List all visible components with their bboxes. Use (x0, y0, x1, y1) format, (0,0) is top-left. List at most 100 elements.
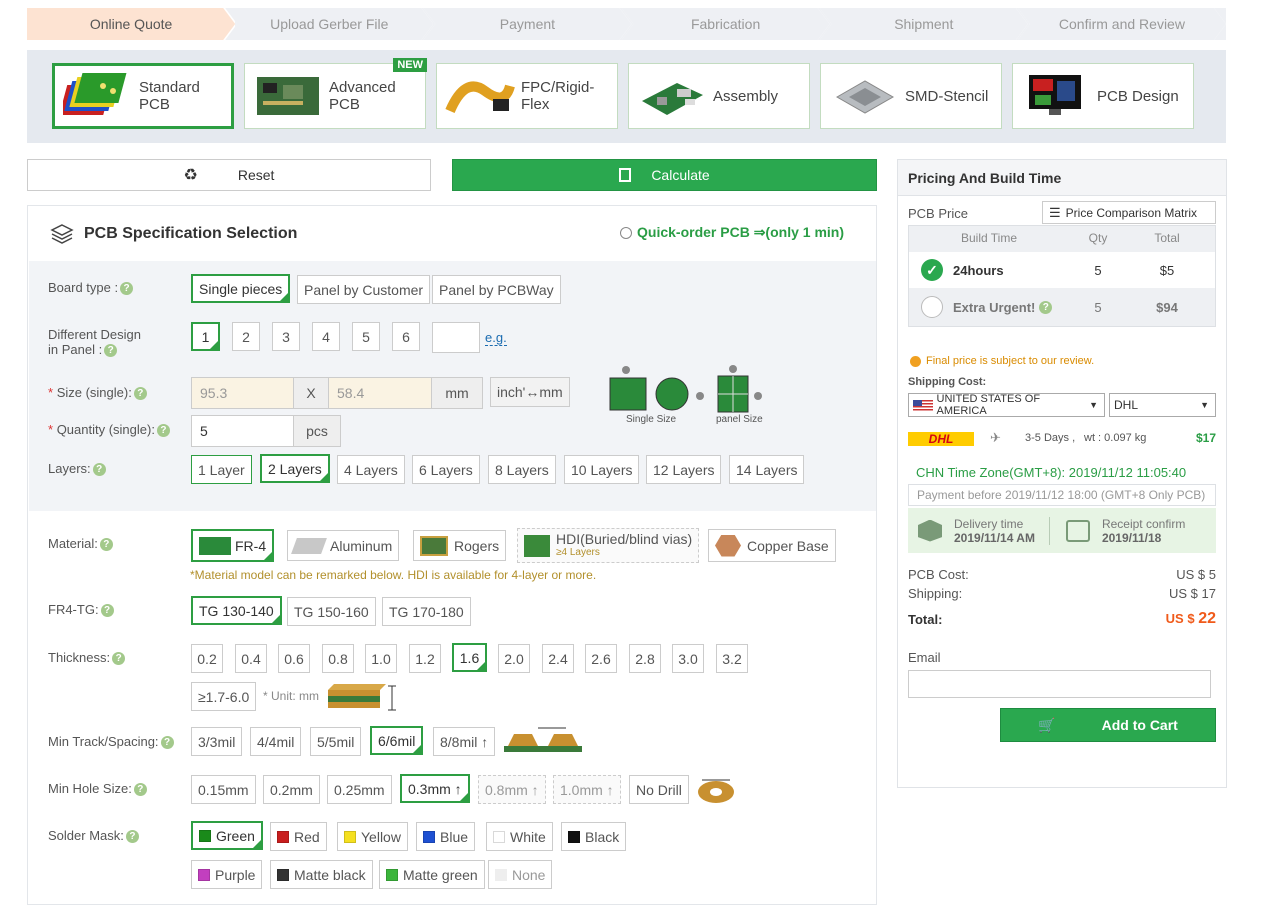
tg-150-160[interactable]: TG 150-160 (287, 597, 376, 626)
category-assembly[interactable]: Assembly (628, 63, 810, 129)
mask-white[interactable]: White (486, 822, 553, 851)
price-matrix-button[interactable]: ☰ Price Comparison Matrix (1042, 201, 1216, 224)
help-icon[interactable]: ? (99, 538, 113, 552)
thickness-2-6[interactable]: 2.6 (585, 644, 617, 673)
mask-purple[interactable]: Purple (191, 860, 263, 889)
mask-red[interactable]: Red (270, 822, 327, 851)
layer-option-8[interactable]: 8 Layers (488, 455, 556, 484)
help-icon[interactable]: ? (112, 652, 126, 666)
hole-0-25[interactable]: 0.25mm (327, 775, 392, 804)
help-icon[interactable]: ? (125, 830, 139, 844)
category-advanced-pcb[interactable]: Advanced PCB NEW (244, 58, 427, 129)
step-upload-gerber[interactable]: Upload Gerber File (225, 8, 433, 40)
hole-no-drill[interactable]: No Drill (629, 775, 689, 804)
thickness-3-2[interactable]: 3.2 (716, 644, 748, 673)
unit-toggle-button[interactable]: inch'↔mm (490, 377, 570, 407)
quantity-input[interactable]: 5 (191, 415, 294, 447)
layer-option-6[interactable]: 6 Layers (412, 455, 480, 484)
price-row-extra-urgent[interactable]: Extra Urgent!? 5 $94 (909, 291, 1215, 323)
help-icon[interactable]: ? (92, 463, 106, 477)
mask-matte-black[interactable]: Matte black (270, 860, 373, 889)
hole-1-0[interactable]: 1.0mm ↑ (553, 775, 621, 804)
category-fpc[interactable]: FPC/Rigid-Flex (436, 63, 618, 129)
material-aluminum[interactable]: Aluminum (287, 530, 400, 561)
reset-button[interactable]: ♻ Reset (27, 159, 431, 191)
help-icon[interactable]: ? (133, 387, 147, 401)
thickness-2-0[interactable]: 2.0 (498, 644, 530, 673)
help-icon[interactable]: ? (100, 604, 114, 618)
layer-option-1[interactable]: 1 Layer (191, 455, 252, 484)
design-option-2[interactable]: 2 (232, 322, 260, 351)
mask-blue[interactable]: Blue (416, 822, 476, 851)
height-input[interactable]: 58.4 (328, 377, 432, 409)
design-custom-input[interactable] (432, 322, 480, 353)
category-smd-stencil[interactable]: SMD-Stencil (820, 63, 1002, 129)
eg-link[interactable]: e.g. (485, 330, 507, 346)
board-type-panel-customer[interactable]: Panel by Customer (297, 275, 431, 304)
layer-option-14[interactable]: 14 Layers (729, 455, 805, 484)
tg-130-140[interactable]: TG 130-140 (191, 596, 282, 625)
board-type-single[interactable]: Single pieces (191, 274, 291, 303)
width-input[interactable]: 95.3 (191, 377, 294, 409)
design-option-6[interactable]: 6 (392, 322, 420, 351)
hole-0-3[interactable]: 0.3mm ↑ (400, 774, 470, 803)
material-copper-base[interactable]: Copper Base (708, 529, 836, 562)
mask-yellow[interactable]: Yellow (337, 822, 408, 851)
help-icon[interactable]: ? (160, 736, 174, 750)
help-icon[interactable]: ? (1039, 300, 1053, 314)
quick-order-radio[interactable]: Quick-order PCB ⇒(only 1 min) (620, 224, 844, 241)
track-8-8[interactable]: 8/8mil ↑ (433, 727, 496, 756)
board-type-panel-pcbway[interactable]: Panel by PCBWay (432, 275, 561, 304)
help-icon[interactable]: ? (104, 344, 118, 358)
design-option-3[interactable]: 3 (272, 322, 300, 351)
thickness-0-4[interactable]: 0.4 (235, 644, 267, 673)
help-icon[interactable]: ? (120, 282, 134, 296)
material-hdi[interactable]: HDI(Buried/blind vias) ≥4 Layers (517, 528, 700, 563)
tg-170-180[interactable]: TG 170-180 (382, 597, 471, 626)
hole-0-8[interactable]: 0.8mm ↑ (478, 775, 546, 804)
design-option-4[interactable]: 4 (312, 322, 340, 351)
track-5-5[interactable]: 5/5mil (310, 727, 362, 756)
thickness-1-2[interactable]: 1.2 (409, 644, 441, 673)
thickness-2-4[interactable]: 2.4 (542, 644, 574, 673)
thickness-1-6[interactable]: 1.6 (452, 643, 487, 672)
track-3-3[interactable]: 3/3mil (191, 727, 243, 756)
price-row-24hours[interactable]: ✓ 24hours 5 $5 (909, 252, 1215, 288)
thickness-0-6[interactable]: 0.6 (278, 644, 310, 673)
email-input[interactable] (908, 670, 1211, 698)
material-fr4[interactable]: FR-4 (191, 529, 275, 562)
thickness-custom[interactable]: ≥1.7-6.0 (191, 682, 257, 711)
add-to-cart-button[interactable]: 🛒 Add to Cart (1000, 708, 1216, 742)
step-payment[interactable]: Payment (423, 8, 631, 40)
mask-green[interactable]: Green (191, 821, 263, 850)
layer-option-10[interactable]: 10 Layers (564, 455, 640, 484)
thickness-0-8[interactable]: 0.8 (322, 644, 354, 673)
layer-option-4[interactable]: 4 Layers (337, 455, 405, 484)
mask-matte-green[interactable]: Matte green (379, 860, 485, 889)
thickness-2-8[interactable]: 2.8 (629, 644, 661, 673)
step-shipment[interactable]: Shipment (820, 8, 1028, 40)
mask-none[interactable]: None (488, 860, 553, 889)
carrier-select[interactable]: DHL ▼ (1109, 393, 1216, 417)
thickness-1-0[interactable]: 1.0 (365, 644, 397, 673)
help-icon[interactable]: ? (133, 783, 147, 797)
mask-black[interactable]: Black (561, 822, 627, 851)
category-pcb-design[interactable]: PCB Design (1012, 63, 1194, 129)
help-icon[interactable]: ? (156, 424, 170, 438)
category-standard-pcb[interactable]: Standard PCB (52, 63, 234, 129)
step-fabrication[interactable]: Fabrication (622, 8, 830, 40)
step-online-quote[interactable]: Online Quote (27, 8, 235, 40)
track-4-4[interactable]: 4/4mil (250, 727, 302, 756)
design-option-5[interactable]: 5 (352, 322, 380, 351)
material-rogers[interactable]: Rogers (413, 530, 507, 561)
layer-option-2[interactable]: 2 Layers (260, 454, 330, 483)
hole-0-15[interactable]: 0.15mm (191, 775, 256, 804)
hole-0-2[interactable]: 0.2mm (263, 775, 320, 804)
design-option-1[interactable]: 1 (191, 322, 220, 351)
track-6-6[interactable]: 6/6mil (370, 726, 424, 755)
country-select[interactable]: UNITED STATES OF AMERICA ▼ (908, 393, 1105, 417)
layer-option-12[interactable]: 12 Layers (646, 455, 722, 484)
step-confirm-review[interactable]: Confirm and Review (1018, 8, 1226, 40)
calculate-button[interactable]: Calculate (452, 159, 877, 191)
thickness-3-0[interactable]: 3.0 (672, 644, 704, 673)
